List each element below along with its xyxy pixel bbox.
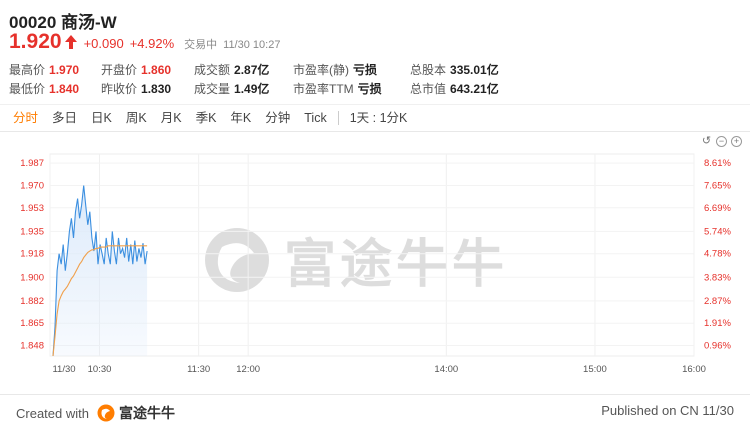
zoom-in-icon[interactable]: + xyxy=(731,136,742,147)
y-left-tick-label: 1.918 xyxy=(20,249,44,260)
intraday-chart[interactable]: 11/30 10:30 11:30 12:00 14:00 15:00 16:00 1.987… xyxy=(0,148,750,388)
y-left-tick-label: 1.848 xyxy=(20,341,44,352)
chart-tools: ↺ − + xyxy=(701,136,742,147)
stat-open: 开盘价 1.860 xyxy=(101,62,172,78)
y-right-tick-label: 1.91% xyxy=(704,318,731,329)
created-with: Created with 富途牛牛 xyxy=(16,403,175,423)
stat-turnover: 成交额 2.87亿 xyxy=(194,63,270,77)
tab-quarterly-k[interactable]: 季K xyxy=(189,105,224,131)
stat-high: 最高价 1.970 xyxy=(9,62,80,78)
x-tick-label: 11/30 xyxy=(52,364,75,375)
x-tick-label: 14:00 xyxy=(434,364,458,375)
futu-logo-icon xyxy=(97,404,115,422)
stats-panel: 最高价 1.970 开盘价 1.860 成交额 2.87亿 市盈率(静) 亏损 总股本 3… xyxy=(9,60,499,98)
reset-icon[interactable]: ↺ xyxy=(701,136,712,147)
y-left-tick-label: 1.900 xyxy=(20,272,44,283)
y-left-tick-label: 1.970 xyxy=(20,180,44,191)
x-tick-label: 11:30 xyxy=(187,364,210,375)
y-left-tick-label: 1.987 xyxy=(20,158,44,169)
created-label: Created with xyxy=(16,405,89,421)
tab-yearly-k[interactable]: 年K xyxy=(223,105,258,131)
brand-name: 富途牛牛 xyxy=(118,405,175,421)
y-right-tick-label: 4.78% xyxy=(704,249,731,260)
tab-weekly-k[interactable]: 周K xyxy=(119,105,154,131)
x-tick-label: 10:30 xyxy=(88,364,112,375)
y-right-tick-label: 0.96% xyxy=(704,341,731,352)
stat-pe-static: 市盈率(静) 亏损 xyxy=(293,63,378,77)
y-right-tick-label: 2.87% xyxy=(704,296,731,307)
y-left-tick-label: 1.935 xyxy=(20,226,44,237)
tab-tick[interactable]: Tick xyxy=(297,105,333,131)
x-tick-label: 15:00 xyxy=(583,364,607,375)
stat-prev-close: 昨收价 1.830 xyxy=(101,81,172,97)
stat-market-cap: 总市值 643.21亿 xyxy=(410,82,499,96)
tab-monthly-k[interactable]: 月K xyxy=(154,105,189,131)
price-area xyxy=(53,185,148,356)
published-info: Published on CN 11/30 xyxy=(601,403,734,418)
tab-multi-day[interactable]: 多日 xyxy=(45,105,84,131)
stats-row-2: 最低价 1.840 昨收价 1.830 成交量 1.49亿 市盈率TTM 亏损 总市值 6… xyxy=(9,79,499,98)
y-left-tick-label: 1.865 xyxy=(20,318,44,329)
arrow-up-icon xyxy=(64,34,78,50)
price-change: +0.090 xyxy=(83,36,124,51)
x-tick-label: 12:00 xyxy=(236,364,260,375)
y-right-tick-label: 6.69% xyxy=(704,203,731,214)
footer: Created with 富途牛牛 Published on CN 11/30 xyxy=(0,394,750,428)
current-price: 1.920 xyxy=(9,30,62,53)
y-right-tick-label: 3.83% xyxy=(704,272,731,283)
y-right-tick-label: 7.65% xyxy=(704,180,731,191)
y-left-tick-label: 1.882 xyxy=(20,296,44,307)
stat-volume: 成交量 1.49亿 xyxy=(194,82,270,96)
price-row: 1.920 +0.090 +4.92% 交易中 11/30 10:27 xyxy=(9,30,280,54)
chart-tabs: 分时 多日 日K 周K 月K 季K 年K 分钟 Tick 1天 : 1分K xyxy=(0,104,750,132)
tab-intraday[interactable]: 分时 xyxy=(6,105,45,131)
x-tick-label: 16:00 xyxy=(682,364,706,375)
interval-selector[interactable]: 1天 : 1分K xyxy=(343,105,415,131)
y-left-tick-label: 1.953 xyxy=(20,203,44,214)
trade-time: 11/30 10:27 xyxy=(223,39,281,51)
stat-low: 最低价 1.840 xyxy=(9,81,80,97)
trading-status: 交易中 xyxy=(184,39,218,51)
stats-row-1: 最高价 1.970 开盘价 1.860 成交额 2.87亿 市盈率(静) 亏损 总股本 3… xyxy=(9,60,499,79)
tab-daily-k[interactable]: 日K xyxy=(84,105,119,131)
tab-divider xyxy=(337,111,339,125)
y-right-tick-label: 8.61% xyxy=(704,158,731,169)
price-change-pct: +4.92% xyxy=(129,36,175,51)
stat-pe-ttm: 市盈率TTM 亏损 xyxy=(293,82,382,96)
y-right-tick-label: 5.74% xyxy=(704,226,731,237)
stat-shares: 总股本 335.01亿 xyxy=(410,63,499,77)
tab-minute[interactable]: 分钟 xyxy=(258,105,297,131)
zoom-out-icon[interactable]: − xyxy=(716,136,727,147)
